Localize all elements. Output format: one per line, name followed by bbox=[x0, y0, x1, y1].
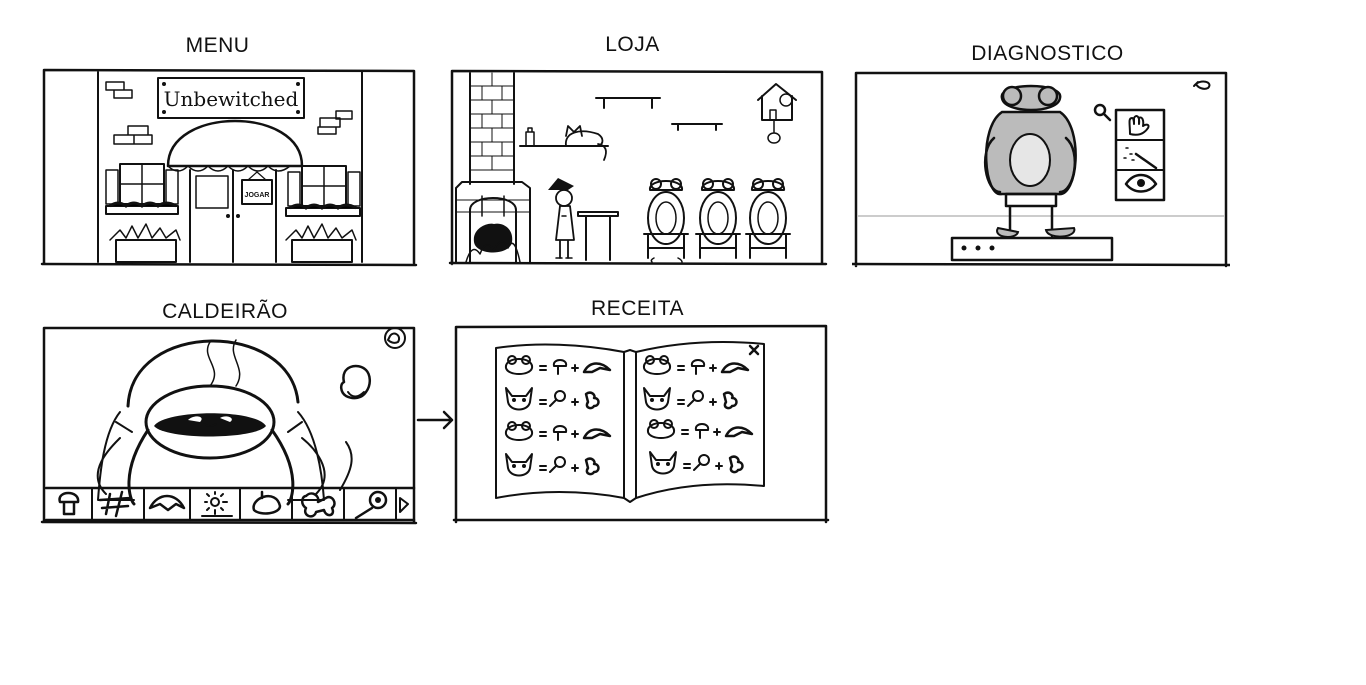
herb-ingredient-icon[interactable] bbox=[98, 490, 132, 518]
recipe-wolf-formula bbox=[505, 453, 600, 477]
shop-panel bbox=[448, 66, 828, 270]
recipe-frog-formula bbox=[505, 421, 612, 441]
back-arrow-icon[interactable] bbox=[1193, 80, 1211, 90]
cauldron-icon bbox=[96, 339, 353, 506]
play-button[interactable]: JOGAR bbox=[241, 171, 273, 205]
panel-title-loja: LOJA bbox=[605, 33, 660, 56]
recipe-book-icon bbox=[495, 341, 765, 503]
close-icon[interactable] bbox=[748, 344, 760, 356]
panel-title-receita: RECEITA bbox=[591, 297, 684, 320]
mushroom-ingredient-icon[interactable] bbox=[58, 491, 80, 516]
recipe-wolf-formula bbox=[649, 451, 744, 475]
game-logo-sign: Unbewitched bbox=[157, 77, 305, 119]
hand-cursor-icon[interactable] bbox=[340, 364, 371, 400]
svg-text:JOGAR: JOGAR bbox=[245, 192, 270, 199]
recipe-frog-formula bbox=[643, 355, 750, 375]
eye-ingredient-icon[interactable] bbox=[354, 490, 388, 520]
window-icon bbox=[105, 163, 179, 215]
platform-icon bbox=[950, 236, 1114, 262]
shelf-icon bbox=[519, 97, 723, 147]
hand-tool-icon[interactable] bbox=[1128, 115, 1150, 136]
panel-title-diagnostico: DIAGNOSTICO bbox=[971, 42, 1124, 65]
leaf-ingredient-icon[interactable] bbox=[252, 490, 282, 515]
wand-tool-icon[interactable] bbox=[1123, 147, 1158, 170]
bone-ingredient-icon[interactable] bbox=[301, 492, 336, 518]
back-arrow-icon[interactable] bbox=[384, 327, 406, 349]
eye-tool-icon[interactable] bbox=[1124, 173, 1158, 193]
diagnosis-panel bbox=[852, 68, 1230, 272]
frog-customer-icon bbox=[643, 178, 791, 263]
recipe-frog-formula bbox=[505, 355, 612, 375]
flower-ingredient-icon[interactable] bbox=[201, 491, 233, 517]
game-title-text: Unbewitched bbox=[164, 87, 299, 111]
panel-title-menu: MENU bbox=[185, 34, 250, 57]
fireplace-icon bbox=[455, 72, 531, 263]
window-icon bbox=[285, 165, 361, 217]
recipe-wolf-formula bbox=[643, 387, 738, 411]
clock-icon bbox=[757, 83, 797, 144]
menu-panel: Unbewitched JOGAR bbox=[40, 66, 418, 270]
next-arrow-icon[interactable] bbox=[399, 497, 409, 513]
counter-icon bbox=[577, 211, 619, 261]
cat-icon bbox=[565, 125, 607, 161]
awning-icon bbox=[166, 119, 304, 172]
recipe-frog-formula bbox=[647, 419, 754, 439]
recipe-panel bbox=[452, 322, 830, 526]
panel-title-caldeirao: CALDEIRÃO bbox=[162, 300, 288, 323]
magnifier-icon[interactable] bbox=[1093, 103, 1112, 122]
frog-patient-icon bbox=[984, 84, 1077, 238]
cauldron-panel bbox=[40, 322, 418, 526]
bat-wing-ingredient-icon[interactable] bbox=[148, 494, 186, 512]
recipe-wolf-formula bbox=[505, 387, 600, 411]
witch-character-icon bbox=[548, 178, 575, 259]
